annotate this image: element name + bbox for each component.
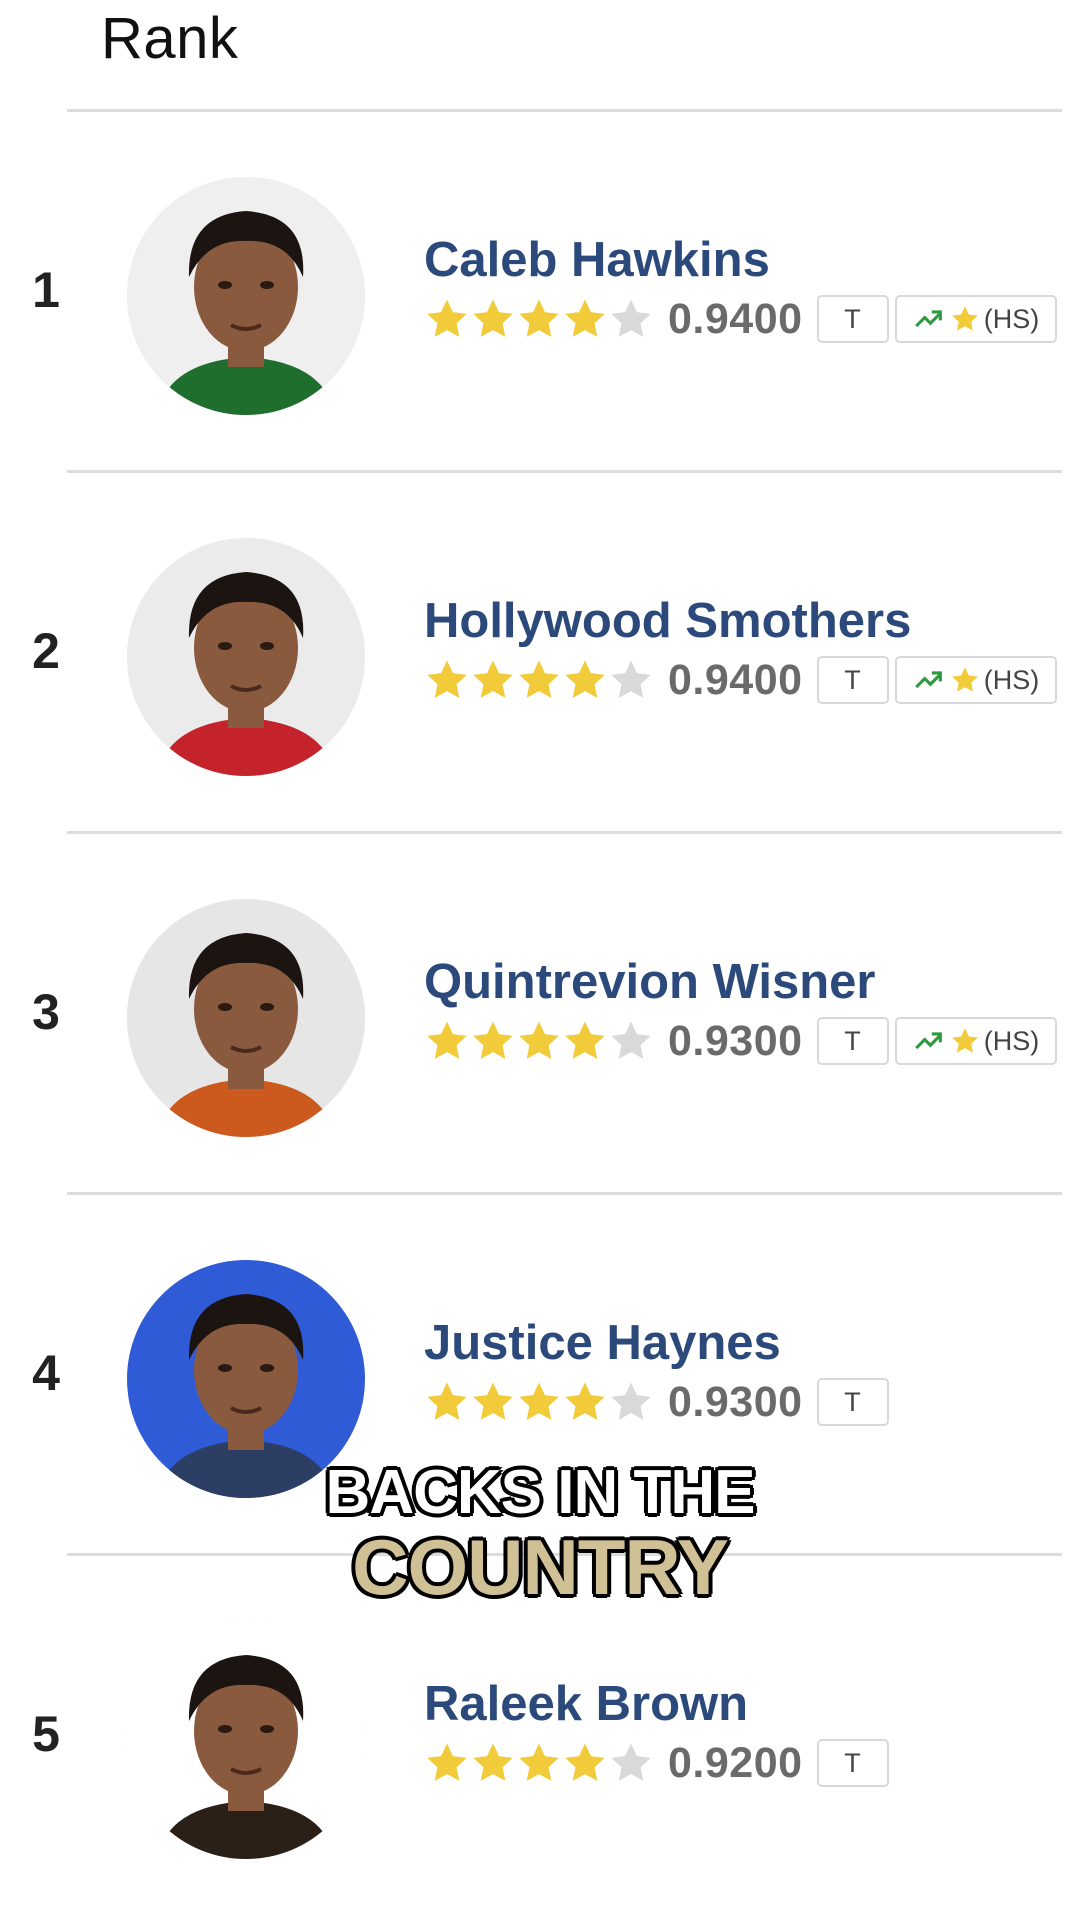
star-icon — [608, 1379, 654, 1425]
player-name-link[interactable]: Justice Haynes — [424, 1313, 781, 1373]
transfer-badge[interactable]: T — [816, 656, 889, 704]
transfer-badge[interactable]: T — [816, 295, 889, 343]
caption-line-1: BACKS IN THE — [325, 1458, 756, 1527]
hs-label: (HS) — [983, 1025, 1040, 1056]
rating-score: 0.9200 — [668, 1739, 803, 1787]
rating-score: 0.9400 — [668, 656, 803, 704]
rank-number: 4 — [32, 1345, 60, 1401]
star-icon — [608, 1740, 654, 1786]
star-rating — [424, 1379, 654, 1425]
player-name-link[interactable]: Hollywood Smothers — [424, 591, 911, 651]
star-icon — [562, 1379, 608, 1425]
rating-score: 0.9400 — [668, 295, 803, 343]
star-icon — [424, 1018, 470, 1064]
star-icon — [470, 296, 516, 342]
hs-label: (HS) — [983, 303, 1040, 334]
star-icon — [562, 296, 608, 342]
star-icon — [516, 296, 562, 342]
star-icon — [470, 1018, 516, 1064]
player-avatar[interactable] — [127, 177, 365, 415]
hs-rating-badge[interactable]: (HS) — [894, 656, 1057, 704]
rating-line: 0.9400 T (HS) — [424, 653, 1057, 707]
trending-up-icon — [912, 663, 946, 697]
star-icon — [516, 657, 562, 703]
star-icon — [608, 1018, 654, 1064]
rating-line: 0.9300 T — [424, 1375, 889, 1429]
caption-line-2: COUNTRY — [352, 1523, 729, 1611]
star-rating — [424, 657, 654, 703]
star-icon — [516, 1379, 562, 1425]
star-icon — [950, 304, 980, 334]
rank-number: 5 — [32, 1706, 60, 1762]
player-avatar[interactable] — [127, 1621, 365, 1859]
rank-column-header: Rank — [101, 6, 239, 71]
star-icon — [608, 657, 654, 703]
star-icon — [470, 657, 516, 703]
star-icon — [424, 296, 470, 342]
star-icon — [950, 1026, 980, 1056]
star-icon — [950, 665, 980, 695]
trending-up-icon — [912, 1024, 946, 1058]
star-icon — [562, 1018, 608, 1064]
star-rating — [424, 1740, 654, 1786]
hs-rating-badge[interactable]: (HS) — [894, 1017, 1057, 1065]
transfer-badge[interactable]: T — [816, 1739, 889, 1787]
rating-score: 0.9300 — [668, 1017, 803, 1065]
player-row[interactable]: 3 Quintrevion Wisner 0.9300 T (HS) — [0, 834, 1080, 1194]
rank-number: 3 — [32, 984, 60, 1040]
star-icon — [424, 1740, 470, 1786]
rating-line: 0.9200 T — [424, 1736, 889, 1790]
star-icon — [562, 657, 608, 703]
player-name-link[interactable]: Raleek Brown — [424, 1674, 748, 1734]
star-icon — [470, 1379, 516, 1425]
star-icon — [424, 1379, 470, 1425]
transfer-badge[interactable]: T — [816, 1017, 889, 1065]
rating-score: 0.9300 — [668, 1378, 803, 1426]
star-rating — [424, 296, 654, 342]
rating-line: 0.9300 T (HS) — [424, 1014, 1057, 1068]
player-row[interactable]: 1 Caleb Hawkins 0.9400 T (HS) — [0, 112, 1080, 472]
star-icon — [516, 1740, 562, 1786]
star-icon — [424, 657, 470, 703]
rank-number: 2 — [32, 623, 60, 679]
hs-label: (HS) — [983, 664, 1040, 695]
player-avatar[interactable] — [127, 899, 365, 1137]
star-rating — [424, 1018, 654, 1064]
star-icon — [516, 1018, 562, 1064]
hs-rating-badge[interactable]: (HS) — [894, 295, 1057, 343]
player-name-link[interactable]: Quintrevion Wisner — [424, 952, 876, 1012]
star-icon — [470, 1740, 516, 1786]
trending-up-icon — [912, 302, 946, 336]
star-icon — [562, 1740, 608, 1786]
player-avatar[interactable] — [127, 538, 365, 776]
transfer-badge[interactable]: T — [816, 1378, 889, 1426]
star-icon — [608, 296, 654, 342]
rating-line: 0.9400 T (HS) — [424, 292, 1057, 346]
player-row[interactable]: 2 Hollywood Smothers 0.9400 T (HS) — [0, 473, 1080, 833]
rank-number: 1 — [32, 262, 60, 318]
player-name-link[interactable]: Caleb Hawkins — [424, 230, 770, 290]
